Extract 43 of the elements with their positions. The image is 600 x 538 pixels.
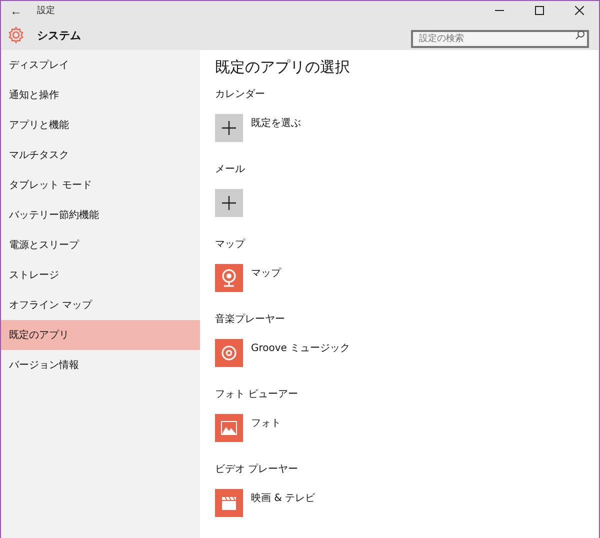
app-tile[interactable] (215, 264, 243, 292)
sidebar-item[interactable]: アプリと機能 (1, 110, 200, 140)
section-title: システム (37, 28, 82, 42)
photo-icon (221, 421, 237, 435)
sidebar-item[interactable]: 通知と操作 (1, 80, 200, 110)
disc-icon (221, 345, 237, 361)
category-label: カレンダー (215, 88, 266, 102)
category-label: メール (215, 162, 246, 176)
gear-icon (7, 26, 25, 44)
app-name[interactable]: マップ (251, 266, 281, 280)
app-tile[interactable] (215, 414, 243, 442)
app-name[interactable]: フォト (251, 416, 281, 430)
search-field[interactable]: 設定の検索 (411, 30, 589, 48)
app-name[interactable]: 映画 & テレビ (251, 491, 316, 505)
maximize-icon (534, 6, 544, 15)
sidebar-item[interactable]: バッテリー節約機能 (1, 200, 200, 230)
plus-icon (222, 121, 236, 135)
window-title: 設定 (37, 4, 56, 17)
category-label: ビデオ プレーヤー (215, 462, 300, 476)
map-pin-icon (221, 269, 237, 287)
app-name[interactable]: Groove ミュージック (251, 341, 350, 355)
app-tile[interactable] (215, 339, 243, 367)
sidebar-item[interactable]: マルチタスク (1, 140, 200, 170)
clapperboard-icon (221, 496, 237, 510)
sidebar-item[interactable]: タブレット モード (1, 170, 200, 200)
app-tile[interactable] (215, 114, 243, 142)
category-label: フォト ビューアー (215, 388, 300, 402)
category-label: マップ (215, 238, 246, 252)
sidebar-item[interactable]: 既定のアプリ (1, 320, 200, 350)
sidebar-item[interactable]: ストレージ (1, 260, 200, 290)
sidebar-item[interactable]: 電源とスリープ (1, 230, 200, 260)
page-title: 既定のアプリの選択 (215, 58, 351, 77)
search-icon (575, 30, 585, 40)
category-label: 音楽プレーヤー (215, 312, 286, 326)
app-name[interactable]: 既定を選ぶ (251, 116, 301, 130)
app-tile[interactable] (215, 489, 243, 517)
back-button[interactable]: ← (1, 4, 31, 18)
sidebar-item[interactable]: バージョン情報 (1, 350, 200, 380)
app-tile[interactable] (215, 189, 243, 217)
close-icon (574, 6, 584, 15)
sidebar-item[interactable]: ディスプレイ (1, 50, 200, 80)
sidebar-item[interactable]: オフライン マップ (1, 290, 200, 320)
plus-icon (222, 196, 236, 210)
